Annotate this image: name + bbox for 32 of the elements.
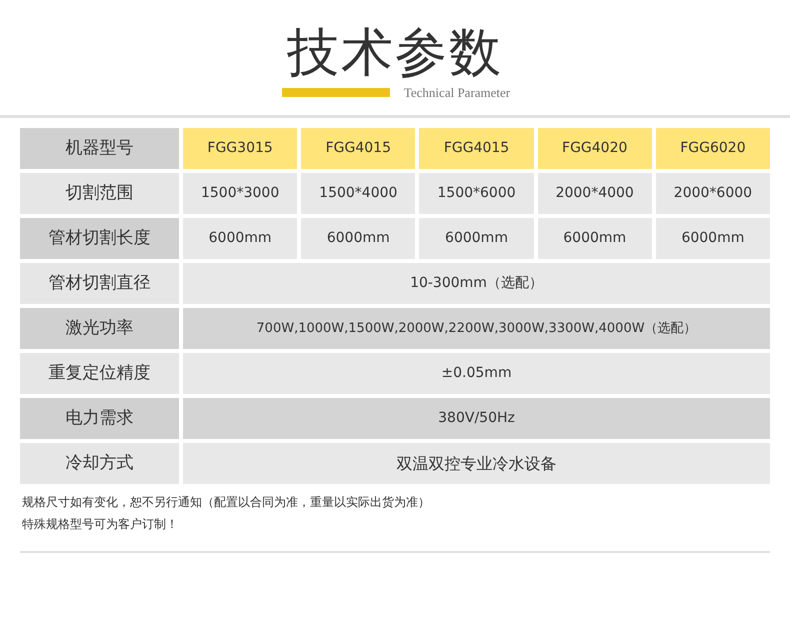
row-label: 管材切割直径 [20, 263, 179, 304]
table-cell: 700W,1000W,1500W,2000W,2200W,3000W,3300W,4000W（选配） [183, 308, 770, 349]
row-label: 切割范围 [20, 173, 179, 214]
row-label: 冷却方式 [20, 443, 179, 484]
page-subtitle: Technical Parameter [404, 86, 510, 100]
table-cell: 6000mm [183, 218, 298, 259]
table-cell: 6000mm [538, 218, 652, 259]
footnote: 规格尺寸如有变化，恕不另行通知（配置以合同为准，重量以实际出货为准） [22, 494, 431, 510]
table-cell: 1500*6000 [419, 173, 534, 214]
row-label: 管材切割长度 [20, 218, 179, 259]
table-cell: 6000mm [656, 218, 770, 259]
footnote: 特殊规格型号可为客户订制！ [22, 516, 179, 532]
row-label: 激光功率 [20, 308, 179, 349]
table-cell: 10-300mm（选配） [183, 263, 770, 304]
table-cell: FGG4015 [419, 128, 534, 169]
page-title: 技术参数 [287, 22, 503, 84]
row-label: 电力需求 [20, 398, 179, 439]
table-cell: 2000*4000 [538, 173, 652, 214]
table-cell: 6000mm [301, 218, 416, 259]
table-cell: FGG6020 [656, 128, 770, 169]
row-label: 机器型号 [20, 128, 179, 169]
table-cell: 1500*4000 [301, 173, 416, 214]
row-label: 重复定位精度 [20, 353, 179, 394]
table-cell: FGG3015 [183, 128, 298, 169]
table-cell: 1500*3000 [183, 173, 298, 214]
table-cell: ±0.05mm [183, 353, 770, 394]
table-cell: 380V/50Hz [183, 398, 770, 439]
table-cell: FGG4020 [538, 128, 652, 169]
table-cell: 2000*6000 [656, 173, 770, 214]
table-cell: 6000mm [419, 218, 534, 259]
table-cell: 双温双控专业冷水设备 [183, 443, 770, 484]
table-cell: FGG4015 [301, 128, 416, 169]
